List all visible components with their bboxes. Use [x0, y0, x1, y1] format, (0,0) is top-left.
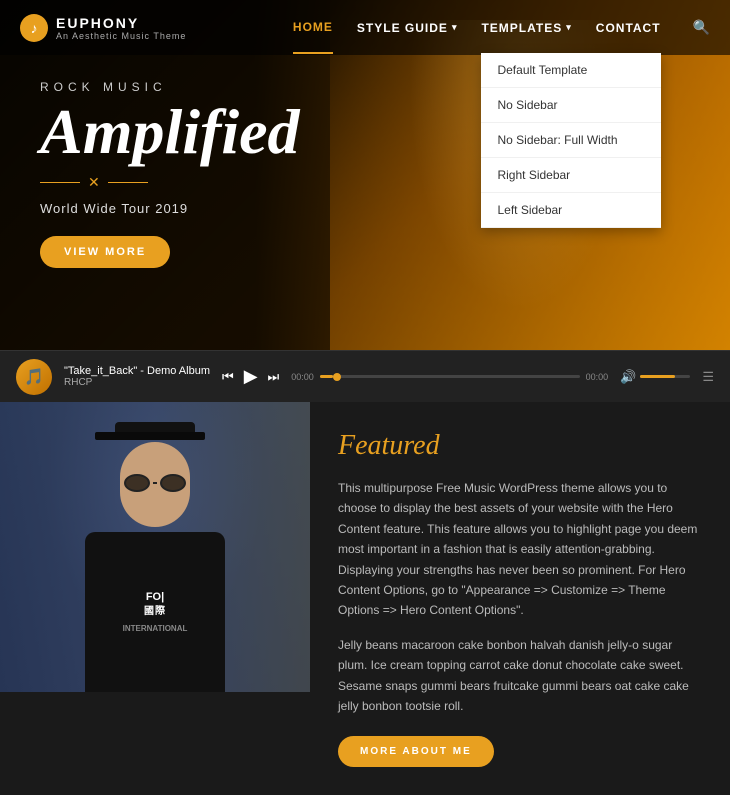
brand-title: EUPHONY	[56, 15, 186, 31]
nav-contact[interactable]: CONTACT	[596, 3, 661, 53]
chevron-down-icon: ▾	[452, 22, 458, 33]
profile-image: FO| 國際 INTERNATIONAL	[0, 402, 310, 692]
navigation: ♪ EUPHONY An Aesthetic Music Theme HOME …	[0, 0, 730, 55]
templates-dropdown-menu: Default Template No Sidebar No Sidebar: …	[481, 53, 661, 228]
featured-paragraph-1: This multipurpose Free Music WordPress t…	[338, 478, 702, 621]
hero-title: Amplified	[40, 100, 300, 164]
content-right: Featured This multipurpose Free Music Wo…	[310, 402, 730, 795]
progress-dot	[333, 373, 341, 381]
divider-icon: ✕	[88, 174, 100, 191]
hero-content: ROCK MUSIC Amplified ✕ World Wide Tour 2…	[40, 80, 300, 268]
search-icon[interactable]: 🔍	[693, 19, 710, 36]
more-about-me-button[interactable]: MORE ABOUT ME	[338, 736, 494, 767]
player-time-total: 00:00	[586, 372, 609, 382]
brand-text: EUPHONY An Aesthetic Music Theme	[56, 15, 186, 41]
player-time-elapsed: 00:00	[291, 372, 314, 382]
player-artist: RHCP	[64, 377, 210, 388]
player-progress[interactable]: 00:00 00:00	[291, 372, 608, 382]
player-avatar: 🎵	[16, 359, 52, 395]
featured-title: Featured	[338, 430, 702, 462]
audio-player: 🎵 "Take_it_Back" - Demo Album RHCP ⏮ ▶ ⏭…	[0, 350, 730, 402]
divider-line-left	[40, 182, 80, 183]
brand-subtitle: An Aesthetic Music Theme	[56, 31, 186, 41]
playlist-icon[interactable]: ☰	[702, 369, 714, 385]
templates-dropdown-wrapper: TEMPLATES ▾ Default Template No Sidebar …	[481, 3, 571, 53]
dropdown-item-no-sidebar[interactable]: No Sidebar	[481, 88, 661, 123]
nav-home[interactable]: HOME	[293, 2, 333, 54]
volume-bar[interactable]	[640, 375, 690, 378]
player-prev-button[interactable]: ⏮	[222, 369, 234, 385]
chevron-down-icon: ▾	[566, 22, 572, 33]
volume-control: 🔊	[620, 369, 690, 385]
nav-templates[interactable]: TEMPLATES ▾	[481, 3, 571, 53]
player-controls: ⏮ ▶ ⏭	[222, 366, 279, 387]
hero-divider: ✕	[40, 174, 300, 191]
logo-icon: ♪	[20, 14, 48, 42]
progress-fill	[320, 375, 333, 378]
brand: ♪ EUPHONY An Aesthetic Music Theme	[20, 14, 186, 42]
progress-bar[interactable]	[320, 375, 580, 378]
hero-tour: World Wide Tour 2019	[40, 201, 300, 216]
hero-cta-button[interactable]: VIEW MORE	[40, 236, 170, 268]
volume-fill	[640, 375, 675, 378]
dropdown-item-left-sidebar[interactable]: Left Sidebar	[481, 193, 661, 228]
dropdown-item-right-sidebar[interactable]: Right Sidebar	[481, 158, 661, 193]
main-content: FO| 國際 INTERNATIONAL Featured This multi…	[0, 402, 730, 795]
player-next-button[interactable]: ⏭	[268, 369, 280, 385]
volume-icon[interactable]: 🔊	[620, 369, 636, 385]
player-play-button[interactable]: ▶	[244, 366, 258, 387]
nav-style-guide[interactable]: STYLE GUIDE ▾	[357, 3, 458, 53]
featured-paragraph-2: Jelly beans macaroon cake bonbon halvah …	[338, 635, 702, 717]
dropdown-item-no-sidebar-fw[interactable]: No Sidebar: Full Width	[481, 123, 661, 158]
hero-subtitle: ROCK MUSIC	[40, 80, 300, 94]
player-info: "Take_it_Back" - Demo Album RHCP	[64, 365, 210, 388]
content-left-image: FO| 國際 INTERNATIONAL	[0, 402, 310, 795]
player-track: "Take_it_Back" - Demo Album	[64, 365, 210, 377]
nav-links: HOME STYLE GUIDE ▾ TEMPLATES ▾ Default T…	[293, 2, 710, 54]
dropdown-item-default[interactable]: Default Template	[481, 53, 661, 88]
divider-line-right	[108, 182, 148, 183]
